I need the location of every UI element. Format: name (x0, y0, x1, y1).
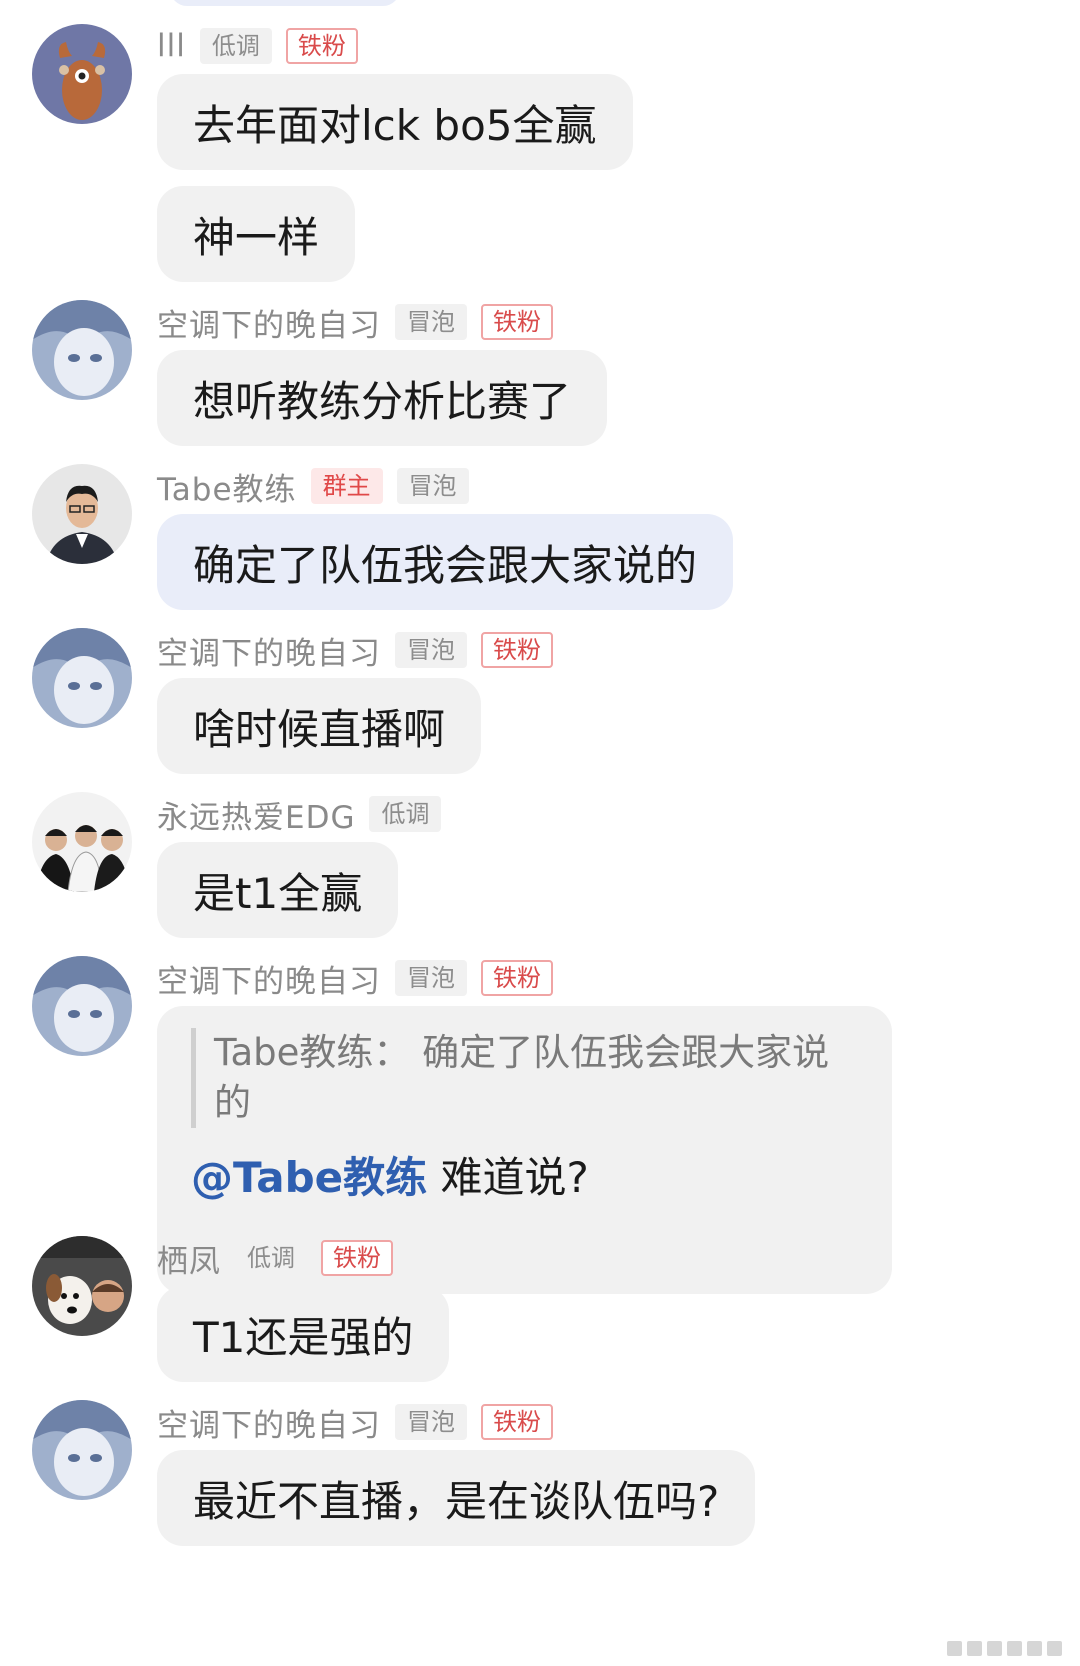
level-badge: 低调 (369, 796, 442, 832)
dog-avatar[interactable] (32, 1236, 132, 1336)
username[interactable]: 永远热爱EDG (157, 792, 355, 837)
message-bubble[interactable]: 去年面对lck bo5全赢 (157, 74, 633, 170)
quoted-message[interactable]: Tabe教练： 确定了队伍我会跟大家说的 (191, 1028, 858, 1128)
username[interactable]: 栖凤 (157, 1236, 221, 1281)
bottom-fade (0, 1611, 1080, 1666)
level-badge: 低调 (199, 28, 272, 64)
fan-badge: 铁粉 (481, 1404, 553, 1440)
level-badge: 低调 (235, 1240, 307, 1276)
anime-avatar[interactable] (32, 956, 132, 1056)
owner-badge: 群主 (310, 468, 383, 504)
level-badge: 冒泡 (395, 960, 467, 996)
reply-text: @Tabe教练 难道说? (191, 1150, 858, 1206)
fan-badge: 铁粉 (321, 1240, 393, 1276)
fan-badge: 铁粉 (285, 28, 358, 64)
message-bubble[interactable]: 是t1全赢 (157, 842, 399, 938)
username[interactable]: lll (157, 28, 186, 64)
anime-avatar[interactable] (32, 300, 132, 400)
level-badge: 冒泡 (395, 632, 467, 668)
username[interactable]: 空调下的晚自习 (157, 628, 381, 673)
watermark-dots-icon (947, 1641, 1062, 1656)
message-bubble[interactable]: 确定了队伍我会跟大家说的 (157, 514, 734, 610)
username[interactable]: Tabe教练 (157, 464, 297, 509)
anime-avatar[interactable] (32, 628, 132, 728)
username[interactable]: 空调下的晚自习 (157, 1400, 381, 1445)
deer-avatar[interactable] (32, 24, 132, 124)
username[interactable]: 空调下的晚自习 (157, 956, 381, 1001)
message-bubble[interactable]: T1还是强的 (157, 1286, 450, 1382)
fan-badge: 铁粉 (481, 632, 553, 668)
mention-link[interactable]: @Tabe教练 (191, 1153, 427, 1202)
team-photo-avatar[interactable] (32, 792, 132, 892)
anime-avatar[interactable] (32, 1400, 132, 1500)
fan-badge: 铁粉 (481, 960, 553, 996)
level-badge: 冒泡 (396, 468, 469, 504)
message-bubble[interactable]: 啥时候直播啊 (157, 678, 482, 774)
message-bubble[interactable]: 最近不直播，是在谈队伍吗? (157, 1450, 756, 1546)
previous-message-bubble (170, 0, 400, 6)
reply-content: 难道说? (427, 1153, 589, 1202)
message-bubble[interactable]: 神一样 (157, 186, 356, 282)
level-badge: 冒泡 (395, 304, 467, 340)
message-bubble[interactable]: 想听教练分析比赛了 (157, 350, 608, 446)
username[interactable]: 空调下的晚自习 (157, 300, 381, 345)
level-badge: 冒泡 (395, 1404, 467, 1440)
coach-avatar[interactable] (32, 464, 132, 564)
fan-badge: 铁粉 (481, 304, 553, 340)
